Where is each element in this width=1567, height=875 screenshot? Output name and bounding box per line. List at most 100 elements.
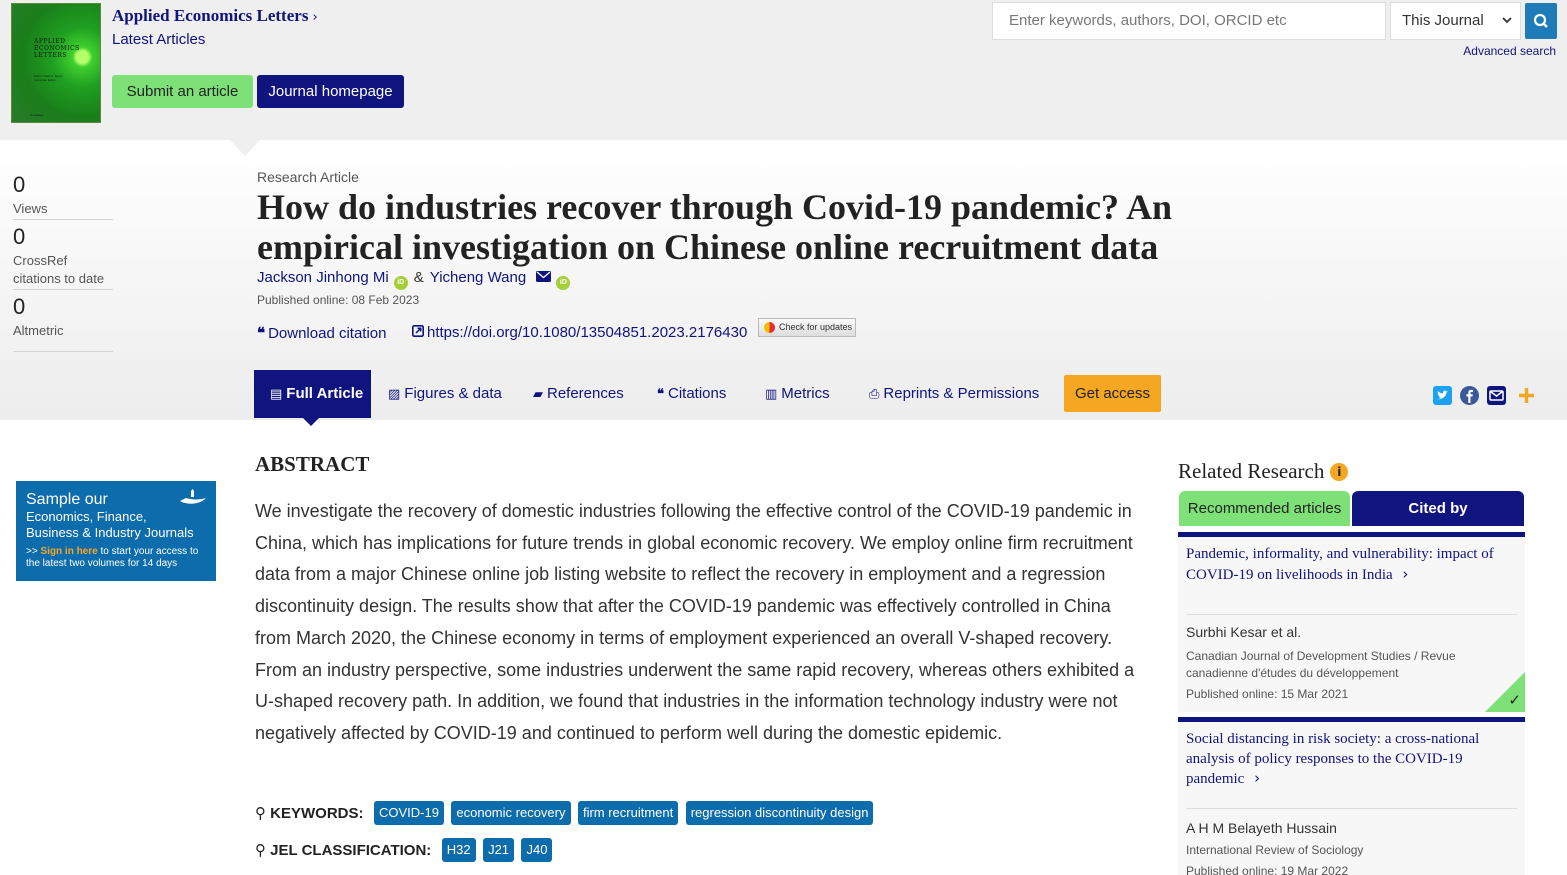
search-scope-value: This Journal — [1402, 12, 1484, 29]
image-icon: ▨ — [388, 387, 401, 402]
active-tab-pointer — [303, 418, 319, 426]
related-article-authors: Surbhi Kesar et al. — [1186, 624, 1302, 640]
author-separator: & — [413, 269, 424, 286]
keywords-label: ⚲ KEYWORDS: — [255, 804, 364, 822]
quote-icon: ❝ — [257, 324, 266, 342]
sample-journals-ad[interactable]: Sample our Economics, Finance, Business … — [16, 481, 216, 581]
book-icon: ▰ — [533, 387, 543, 402]
related-article-card[interactable]: Social distancing in risk society: a cro… — [1178, 717, 1525, 875]
ad-line-3: Business & Industry Journals — [26, 525, 194, 540]
tab-references[interactable]: ▰ References — [533, 370, 624, 418]
metric-label: Altmetric — [13, 323, 64, 338]
keyword-chip[interactable]: COVID-19 — [373, 801, 444, 825]
orcid-icon[interactable]: iD — [556, 276, 571, 290]
jel-chip[interactable]: H32 — [441, 838, 476, 862]
search-icon: ⚲ — [255, 804, 266, 822]
twitter-share-icon[interactable] — [1433, 386, 1452, 405]
metric-views: 0 Views — [13, 173, 113, 220]
jel-row: ⚲ JEL CLASSIFICATION: H32 J21 J40 — [255, 838, 555, 862]
jel-chip[interactable]: J40 — [521, 838, 553, 862]
cover-publisher: Routledge — [30, 113, 44, 117]
checkmark-icon: ✓ — [1508, 691, 1521, 709]
tab-recommended-articles[interactable]: Recommended articles — [1179, 491, 1350, 526]
orcid-icon[interactable]: iD — [393, 276, 408, 290]
author-link[interactable]: Yicheng Wang — [430, 269, 526, 286]
facebook-share-icon[interactable] — [1460, 386, 1479, 405]
journal-title-link[interactable]: Applied Economics Letters › — [112, 6, 318, 26]
tab-full-article[interactable]: ▤ Full Article — [254, 370, 371, 418]
ad-sign-in-link[interactable]: Sign in here — [40, 546, 97, 557]
bar-chart-icon: ▥ — [765, 387, 778, 402]
metric-label: Views — [13, 201, 48, 216]
search-icon: ⚲ — [255, 841, 266, 859]
related-article-date: Published online: 19 Mar 2022 — [1186, 864, 1349, 875]
metric-value: 0 — [13, 172, 26, 197]
keyword-chip[interactable]: regression discontinuity design — [685, 801, 874, 825]
journal-cover-image[interactable]: APPLIED ECONOMICS LETTERS Editor: Mark P… — [11, 3, 101, 123]
keyword-chip[interactable]: firm recruitment — [577, 801, 679, 825]
envelope-icon[interactable] — [536, 269, 552, 286]
related-article-journal: International Review of Sociology — [1186, 843, 1364, 857]
related-article-title[interactable]: Pandemic, informality, and vulnerability… — [1186, 545, 1516, 585]
tab-reprints-permissions[interactable]: ⎙ Reprints & Permissions — [869, 370, 1039, 418]
crossmark-icon — [764, 322, 775, 333]
tab-cited-by[interactable]: Cited by — [1352, 491, 1524, 526]
metric-value: 0 — [13, 224, 26, 249]
check-for-updates-button[interactable]: Check for updates — [758, 318, 856, 337]
submit-article-button[interactable]: Submit an article — [112, 75, 253, 108]
published-date: Published online: 08 Feb 2023 — [257, 293, 420, 307]
jel-label: ⚲ JEL CLASSIFICATION: — [255, 841, 432, 859]
divider — [1186, 808, 1517, 809]
lamp-logo-icon — [178, 489, 208, 510]
metric-label: CrossRef citations to date — [13, 253, 105, 286]
cover-editors: Editor: Mark P. Taylor Associate Editor:… — [34, 74, 63, 82]
article-title: How do industries recover through Covid-… — [257, 187, 1173, 267]
abstract-text: We investigate the recovery of domestic … — [255, 501, 1135, 743]
metric-value: 0 — [13, 294, 26, 319]
quote-icon: ❝ — [657, 387, 664, 402]
related-article-journal: Canadian Journal of Development Studies … — [1186, 649, 1456, 680]
journal-homepage-button[interactable]: Journal homepage — [257, 75, 404, 108]
related-research-heading: Related Research i — [1178, 459, 1349, 484]
tab-figures-data[interactable]: ▨ Figures & data — [388, 370, 502, 418]
search-button[interactable] — [1525, 3, 1557, 39]
ad-cta: >> Sign in here to start your access to … — [26, 546, 199, 569]
external-link-icon — [412, 324, 424, 341]
related-article-title[interactable]: Social distancing in risk society: a cro… — [1186, 730, 1516, 790]
get-access-button[interactable]: Get access — [1064, 375, 1161, 412]
tab-citations[interactable]: ❝ Citations — [657, 370, 726, 418]
search-input[interactable]: Enter keywords, authors, DOI, ORCID etc — [992, 2, 1386, 40]
author-link[interactable]: Jackson Jinhong Mi — [257, 269, 389, 286]
email-share-icon[interactable] — [1487, 386, 1506, 405]
ad-line-2: Economics, Finance, — [26, 509, 147, 524]
abstract-heading: ABSTRACT — [255, 452, 370, 476]
header-notch — [230, 140, 260, 156]
site-header: APPLIED ECONOMICS LETTERS Editor: Mark P… — [0, 0, 1567, 140]
keyword-chip[interactable]: economic recovery — [451, 801, 571, 825]
related-article-authors: A H M Belayeth Hussain — [1186, 820, 1337, 836]
search-icon — [1533, 13, 1548, 28]
latest-articles-link[interactable]: Latest Articles — [112, 31, 205, 48]
chevron-right-icon: › — [312, 10, 318, 25]
chevron-right-icon: › — [1254, 769, 1261, 787]
document-icon: ▤ — [270, 387, 283, 402]
related-article-card[interactable]: Pandemic, informality, and vulnerability… — [1178, 532, 1525, 712]
metric-altmetric[interactable]: 0 Altmetric — [13, 295, 113, 352]
cover-title: APPLIED ECONOMICS LETTERS — [34, 38, 80, 59]
metric-crossref-citations: 0 CrossRef citations to date — [13, 225, 113, 290]
doi-link[interactable]: https://doi.org/10.1080/13504851.2023.21… — [412, 324, 747, 341]
download-citation-link[interactable]: ❝ Download citation — [257, 324, 386, 342]
more-share-icon[interactable] — [1517, 386, 1536, 405]
info-icon[interactable]: i — [1330, 463, 1349, 481]
divider — [1186, 614, 1517, 615]
keywords-row: ⚲ KEYWORDS: COVID-19 economic recovery f… — [255, 801, 876, 825]
chevron-right-icon: › — [1402, 564, 1409, 583]
advanced-search-link[interactable]: Advanced search — [1463, 44, 1556, 58]
related-article-date: Published online: 15 Mar 2021 — [1186, 687, 1349, 701]
article-type: Research Article — [257, 169, 359, 185]
tab-metrics[interactable]: ▥ Metrics — [765, 370, 830, 418]
printer-icon: ⎙ — [869, 387, 880, 402]
jel-chip[interactable]: J21 — [483, 838, 515, 862]
author-list: Jackson Jinhong Mi iD & Yicheng Wang iD — [257, 269, 571, 290]
search-scope-select[interactable]: This Journal — [1390, 2, 1521, 40]
